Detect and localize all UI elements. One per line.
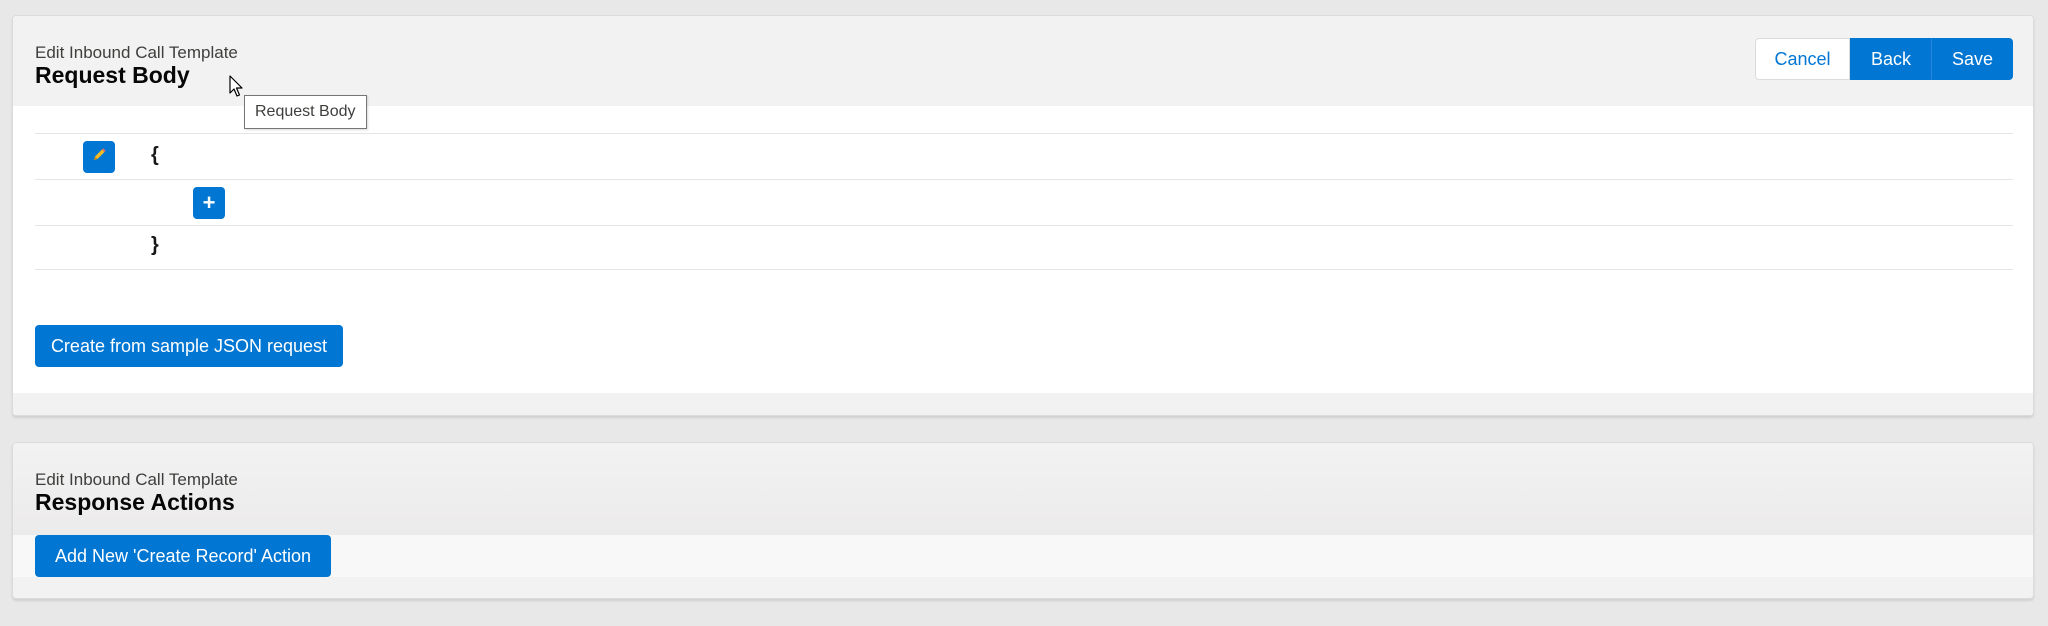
json-open-brace: { (151, 144, 159, 166)
edit-icon (91, 147, 107, 168)
edit-json-button[interactable] (83, 141, 115, 173)
response-actions-card: Edit Inbound Call Template Response Acti… (12, 442, 2034, 599)
request-body-title: Request Body (35, 62, 190, 88)
request-body-card: Edit Inbound Call Template Request Body … (12, 15, 2034, 416)
cancel-button[interactable]: Cancel (1755, 38, 1850, 80)
json-body-editor: { + } (35, 133, 2013, 270)
create-from-sample-json-button[interactable]: Create from sample JSON request (35, 325, 343, 367)
json-close-brace: } (151, 234, 159, 256)
request-body-header: Edit Inbound Call Template Request Body … (13, 16, 2033, 106)
header-button-group: Cancel Back Save (1755, 38, 2013, 80)
json-row-add: + (35, 179, 2013, 225)
response-actions-title: Response Actions (35, 489, 235, 515)
plus-icon: + (202, 190, 216, 215)
json-row-open: { (35, 133, 2013, 179)
add-field-button[interactable]: + (193, 187, 225, 219)
response-actions-header: Edit Inbound Call Template Response Acti… (13, 443, 2033, 535)
add-create-record-action-button[interactable]: Add New 'Create Record' Action (35, 535, 331, 577)
request-body-footer (13, 393, 2033, 415)
mouse-cursor-icon (229, 75, 245, 104)
response-actions-eyebrow: Edit Inbound Call Template (35, 470, 238, 489)
request-body-tooltip: Request Body (244, 95, 367, 129)
back-button[interactable]: Back (1850, 38, 1932, 80)
json-row-close: } (35, 225, 2013, 270)
save-button[interactable]: Save (1932, 38, 2013, 80)
request-body-eyebrow: Edit Inbound Call Template (35, 43, 238, 62)
